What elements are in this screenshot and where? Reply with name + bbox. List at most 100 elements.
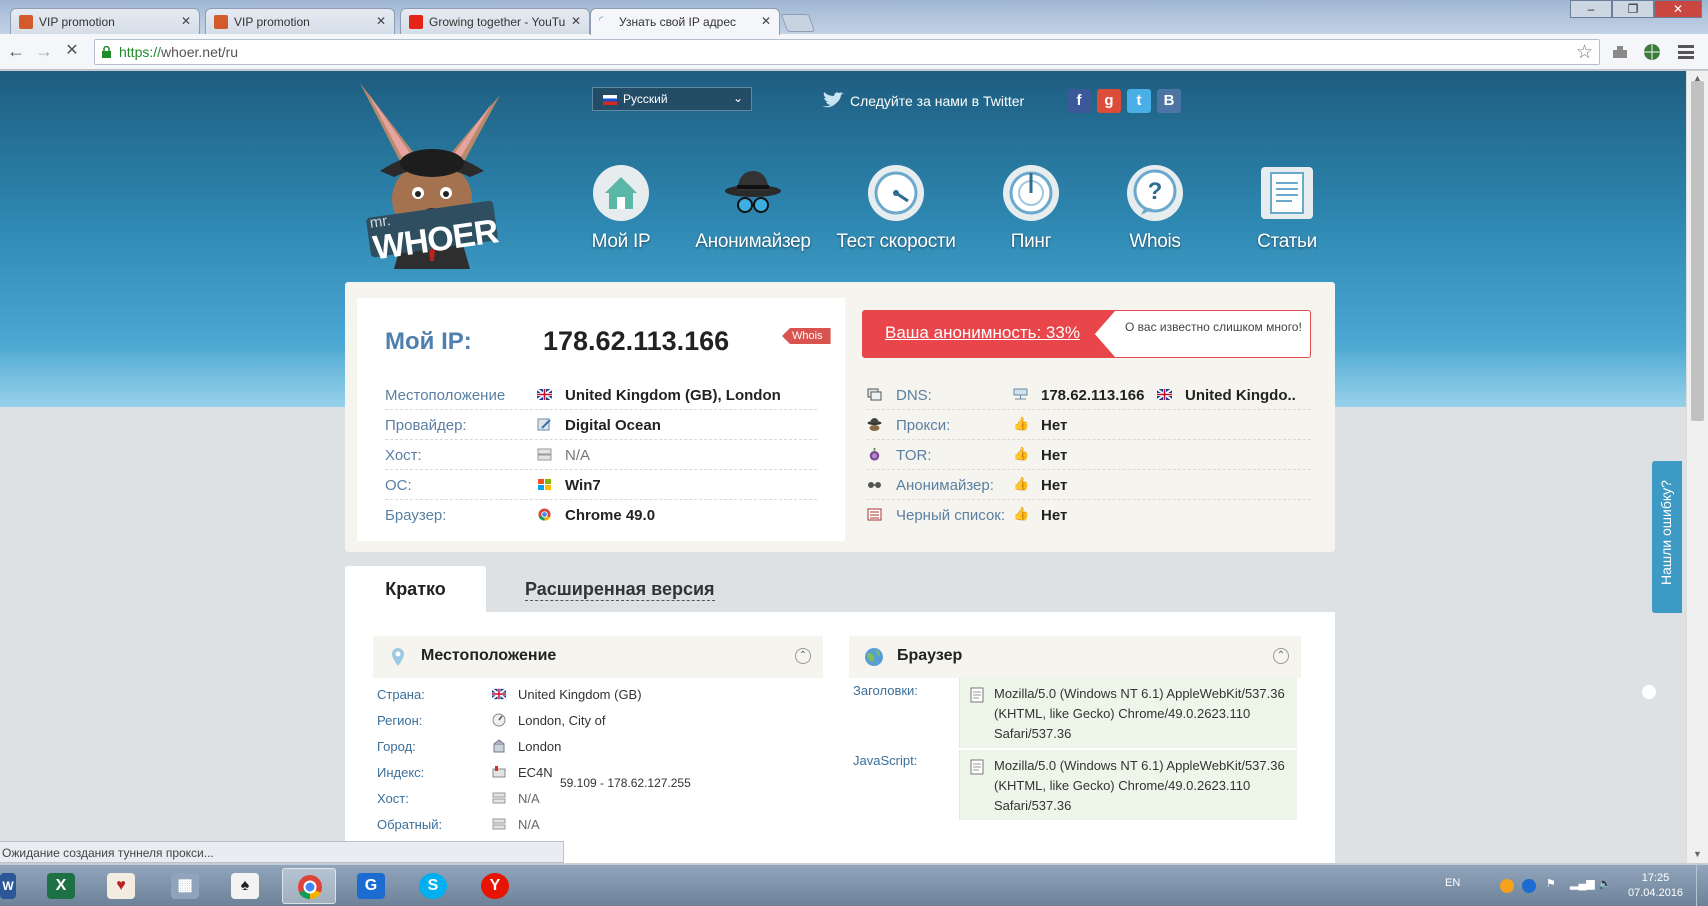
word-taskbar-button[interactable]: W	[0, 868, 20, 904]
compass-icon	[492, 713, 506, 727]
uk-flag-icon	[1157, 388, 1172, 401]
tab-short[interactable]: Кратко	[345, 566, 486, 612]
excel-taskbar-button[interactable]: X	[34, 868, 88, 904]
browser-section-header[interactable]: Браузер ⌃	[849, 636, 1301, 678]
my-ip-label: Мой IP:	[385, 328, 472, 355]
globe-icon	[865, 648, 883, 666]
collapse-icon[interactable]: ⌃	[795, 648, 811, 664]
vk-icon[interactable]: B	[1157, 89, 1181, 113]
nav-speed-test[interactable]: Тест скорости	[831, 163, 961, 253]
ip-range-text: 59.109 - 178.62.127.255	[560, 776, 691, 790]
youtube-favicon-icon	[409, 15, 423, 29]
bookmark-star-icon[interactable]: ☆	[1576, 41, 1593, 64]
language-selector[interactable]: Русский ⌄	[592, 87, 752, 111]
script-icon	[970, 759, 984, 775]
browser-tab-4[interactable]: ◜ Узнать свой IP адрес ✕	[590, 8, 780, 35]
row-key: DNS:	[896, 387, 932, 404]
stop-icon[interactable]: ✕	[60, 40, 84, 64]
row-value: 178.62.113.166	[1041, 387, 1145, 404]
maximize-button[interactable]: ❐	[1612, 0, 1654, 18]
chrome-taskbar-button[interactable]	[282, 868, 336, 904]
detail-host-row: Хост: N/A	[377, 787, 797, 813]
language-indicator[interactable]: EN	[1445, 877, 1460, 889]
row-key: Местоположение	[385, 387, 506, 404]
spy-hat-icon	[725, 171, 781, 213]
thumbs-up-icon: 👍	[1013, 446, 1030, 461]
location-section-header[interactable]: Местоположение ⌃	[373, 636, 823, 678]
row-value: London, City of	[518, 713, 606, 728]
close-tab-icon[interactable]: ✕	[376, 14, 386, 28]
page-scrollbar[interactable]: ▲ ▼	[1686, 71, 1708, 863]
row-value: Digital Ocean	[565, 417, 661, 434]
tab-extended[interactable]: Расширенная версия	[525, 579, 715, 601]
twitter-follow-link[interactable]: Следуйте за нами в Twitter	[820, 92, 1024, 109]
globe-icon[interactable]	[1642, 42, 1662, 62]
browser-tab-1[interactable]: VIP promotion ✕	[10, 8, 200, 34]
close-window-button[interactable]: ✕	[1654, 0, 1702, 18]
anonymizer-row: Анонимайзер: 👍 Нет	[867, 470, 1311, 500]
new-tab-button[interactable]	[780, 14, 816, 32]
url-text: https://whoer.net/ru	[119, 44, 239, 60]
report-error-tab[interactable]: Нашли ошибку?	[1642, 461, 1682, 699]
close-tab-icon[interactable]: ✕	[761, 14, 771, 28]
browser-tab-3[interactable]: Growing together - YouTu ✕	[400, 8, 590, 34]
headers-label: Заголовки:	[853, 683, 918, 698]
collapse-icon[interactable]: ⌃	[1273, 648, 1289, 664]
extension-puzzle-icon[interactable]	[1610, 42, 1630, 62]
status-bubble: Ожидание создания туннеля прокси...	[0, 841, 564, 863]
row-key: Провайдер:	[385, 417, 467, 434]
close-tab-icon[interactable]: ✕	[181, 14, 191, 28]
dns-row: DNS: 178.62.113.166 United Kingdo..	[867, 380, 1311, 410]
scroll-down-icon[interactable]: ▼	[1693, 849, 1702, 859]
detail-region-row: Регион: London, City of	[377, 709, 797, 735]
twitter-icon[interactable]: t	[1127, 89, 1151, 113]
forward-arrow-icon[interactable]: →	[32, 40, 56, 64]
nav-my-ip[interactable]: Мой IP	[556, 163, 686, 253]
browser-tab-2[interactable]: VIP promotion ✕	[205, 8, 395, 34]
clock[interactable]: 17:25 07.04.2016	[1628, 871, 1683, 901]
nav-label: Тест скорости	[836, 231, 956, 252]
tray-app-icon[interactable]	[1500, 879, 1514, 893]
close-tab-icon[interactable]: ✕	[571, 14, 581, 28]
show-desktop-button[interactable]	[1696, 865, 1708, 906]
address-bar[interactable]: https://whoer.net/ru ☆	[94, 39, 1600, 65]
skype-taskbar-button[interactable]: S	[406, 868, 460, 904]
provider-icon	[537, 418, 551, 431]
nav-ping[interactable]: Пинг	[966, 163, 1096, 253]
facebook-icon[interactable]: f	[1067, 89, 1091, 113]
os-row: ОС: Win7	[385, 470, 817, 500]
back-arrow-icon[interactable]: ←	[4, 40, 28, 64]
g-app-taskbar-button[interactable]: G	[344, 868, 398, 904]
scrollbar-thumb[interactable]	[1691, 81, 1704, 421]
row-key: ОС:	[385, 477, 412, 494]
anonymity-score-link[interactable]: Ваша анонимность: 33%	[863, 311, 1115, 357]
windows-icon	[538, 479, 551, 490]
windows-taskbar: W X ♥ ▦ ♠ G S Y EN ⚑ ▂▄▆ 🔈 17:25 07.04.2…	[0, 864, 1708, 906]
chevron-down-icon: ⌄	[732, 91, 743, 105]
js-label: JavaScript:	[853, 753, 918, 768]
solitaire-taskbar-button[interactable]: ♥	[94, 868, 148, 904]
tray-g-icon[interactable]	[1522, 879, 1536, 893]
calculator-taskbar-button[interactable]: ▦	[158, 868, 212, 904]
uk-flag-icon	[492, 688, 506, 700]
flag-icon[interactable]: ⚑	[1546, 877, 1556, 890]
whois-tag-button[interactable]: Whois	[782, 328, 831, 344]
volume-icon[interactable]: 🔈	[1598, 877, 1612, 890]
row-extra: United Kingdo..	[1185, 387, 1296, 404]
mailbox-icon	[492, 766, 506, 778]
row-key: Обратный:	[377, 817, 443, 832]
dns-icon	[867, 388, 882, 401]
nav-label: Пинг	[1010, 231, 1052, 252]
browser-row: Браузер: Chrome 49.0	[385, 500, 817, 530]
nav-whois[interactable]: ? Whois	[1090, 163, 1220, 253]
minimize-button[interactable]: –	[1570, 0, 1612, 18]
nav-anonymizer[interactable]: Анонимайзер	[688, 163, 818, 253]
menu-icon[interactable]	[1678, 45, 1694, 59]
yandex-taskbar-button[interactable]: Y	[468, 868, 522, 904]
signal-icon[interactable]: ▂▄▆	[1570, 877, 1595, 890]
cards-taskbar-button[interactable]: ♠	[218, 868, 272, 904]
nav-articles[interactable]: Статьи	[1222, 163, 1352, 253]
row-value: Нет	[1041, 447, 1068, 464]
google-plus-icon[interactable]: g	[1097, 89, 1121, 113]
tor-onion-icon	[869, 448, 880, 461]
